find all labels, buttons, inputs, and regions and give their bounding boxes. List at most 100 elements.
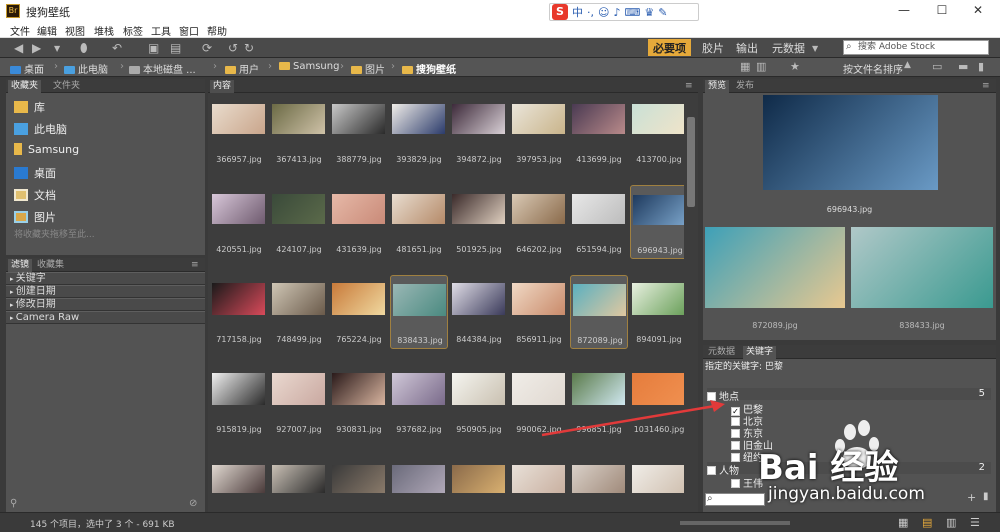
tab-keywords[interactable]: 关键字 bbox=[743, 346, 777, 359]
thumbnail-item[interactable]: 717158.jpg bbox=[210, 275, 268, 349]
thumbnail-item[interactable]: 431639.jpg bbox=[330, 185, 388, 259]
content-scrollbar[interactable] bbox=[687, 117, 695, 207]
favorite-item-samsung[interactable]: Samsung bbox=[14, 143, 79, 156]
sogou-ime-toolbar[interactable]: S 中 ·, ☺ ♪ ⌨ ♛ ✎ bbox=[549, 3, 699, 21]
view-thumbnails-icon[interactable]: ▤ bbox=[922, 516, 932, 529]
thumbnail-item[interactable] bbox=[450, 455, 508, 512]
thumbnail-item[interactable]: 950905.jpg bbox=[450, 365, 508, 439]
thumbnail-item[interactable]: 894091.jpg bbox=[630, 275, 684, 349]
clear-filter-icon[interactable]: ⊘ bbox=[189, 498, 197, 509]
pin-icon[interactable]: ⚲ bbox=[10, 498, 17, 509]
thumbnail-item[interactable]: 393829.jpg bbox=[390, 95, 448, 169]
tab-metadata[interactable]: 元数据 bbox=[705, 346, 738, 359]
menu-tools[interactable]: 工具 bbox=[151, 23, 171, 38]
view-grid-icon[interactable]: ▦ bbox=[740, 60, 750, 73]
thumbnail-item[interactable]: 397953.jpg bbox=[510, 95, 568, 169]
tab-collections[interactable]: 收藏集 bbox=[34, 259, 67, 272]
thumbnail-item[interactable]: 651594.jpg bbox=[570, 185, 628, 259]
favorite-item-this-pc[interactable]: 此电脑 bbox=[14, 121, 67, 137]
thumbnail-item[interactable] bbox=[510, 455, 568, 512]
go-parent-icon[interactable]: ⬮ bbox=[80, 41, 88, 56]
tab-publish[interactable]: 发布 bbox=[733, 80, 757, 93]
thumbnail-item[interactable] bbox=[630, 455, 684, 512]
menu-stack[interactable]: 堆栈 bbox=[94, 23, 114, 38]
thumbnail-item[interactable] bbox=[390, 455, 448, 512]
filter-keywords[interactable]: ▸ 关键字 bbox=[6, 272, 205, 285]
menu-view[interactable]: 视图 bbox=[65, 23, 85, 38]
microphone-icon[interactable]: ♪ bbox=[613, 6, 620, 19]
delete-keyword-icon[interactable]: ▮ bbox=[983, 491, 989, 502]
close-button[interactable]: ✕ bbox=[968, 3, 988, 19]
thumbnail-item[interactable]: 856911.jpg bbox=[510, 275, 568, 349]
thumbnail-item[interactable]: 696943.jpg bbox=[630, 185, 684, 259]
panel-menu-icon[interactable]: ≡ bbox=[682, 80, 696, 93]
panel-menu-icon[interactable]: ≡ bbox=[188, 259, 202, 272]
thumbnail-item[interactable]: 366957.jpg bbox=[210, 95, 268, 169]
open-folder-icon[interactable]: ▭ bbox=[932, 60, 942, 73]
punctuation-icon[interactable]: ·, bbox=[587, 6, 594, 19]
checkbox[interactable] bbox=[731, 453, 740, 462]
back-arrow-icon[interactable]: ◀ bbox=[14, 41, 23, 55]
tab-content[interactable]: 内容 bbox=[210, 80, 235, 93]
thumbnail-item[interactable]: 872089.jpg bbox=[570, 275, 628, 349]
workspace-menu-icon[interactable]: ▼ bbox=[812, 44, 818, 53]
breadcrumb-this-pc[interactable]: 此电脑 bbox=[64, 61, 108, 76]
rotate-right-icon[interactable]: ↻ bbox=[244, 41, 254, 55]
ime-mode-label[interactable]: 中 bbox=[572, 4, 583, 20]
keyword-paris[interactable]: ✓ 巴黎 bbox=[731, 401, 991, 416]
favorite-item-desktop[interactable]: 桌面 bbox=[14, 165, 56, 181]
thumbnail-item[interactable]: 838433.jpg bbox=[390, 275, 448, 349]
sort-menu[interactable]: 按文件名排序 bbox=[843, 61, 903, 76]
thumbnail-item[interactable]: 501925.jpg bbox=[450, 185, 508, 259]
boomerang-icon[interactable]: ↶ bbox=[112, 41, 122, 55]
emoji-icon[interactable]: ☺ bbox=[598, 6, 609, 19]
star-filter-icon[interactable]: ★ bbox=[790, 60, 800, 73]
checkbox[interactable] bbox=[707, 466, 716, 475]
thumbnail-item[interactable]: 765224.jpg bbox=[330, 275, 388, 349]
breadcrumb-local-disk[interactable]: 本地磁盘 ... bbox=[129, 61, 196, 76]
history-dropdown-icon[interactable]: ▼ bbox=[54, 44, 60, 53]
tab-preview[interactable]: 预览 bbox=[705, 80, 730, 93]
breadcrumb-current-folder[interactable]: 搜狗壁纸 bbox=[402, 61, 456, 76]
keyword-group-place[interactable]: 地点 5 bbox=[707, 388, 991, 403]
thumbnail-item[interactable]: 413699.jpg bbox=[570, 95, 628, 169]
keyboard-icon[interactable]: ⌨ bbox=[625, 6, 641, 19]
camera-icon[interactable]: ▣ bbox=[148, 41, 159, 55]
rotate-left-icon[interactable]: ↺ bbox=[228, 41, 238, 55]
favorite-item-library[interactable]: 库 bbox=[14, 99, 45, 115]
filter-date-modified[interactable]: ▸ 修改日期 bbox=[6, 298, 205, 311]
trash-icon[interactable]: ▮ bbox=[978, 60, 984, 73]
settings-icon[interactable]: ✎ bbox=[658, 6, 667, 19]
breadcrumb-samsung[interactable]: Samsung bbox=[279, 61, 339, 72]
thumbnail-item[interactable] bbox=[330, 455, 388, 512]
new-folder-icon[interactable]: ▬ bbox=[958, 60, 968, 73]
refine-icon[interactable]: ▤ bbox=[170, 41, 181, 55]
thumbnail-item[interactable]: 424107.jpg bbox=[270, 185, 328, 259]
workspace-essentials[interactable]: 必要项 bbox=[648, 39, 691, 56]
maximize-button[interactable]: ☐ bbox=[932, 3, 952, 19]
breadcrumb-pictures[interactable]: 图片 bbox=[351, 61, 385, 76]
workspace-filmstrip[interactable]: 胶片 bbox=[697, 39, 729, 56]
thumbnail-item[interactable]: 937682.jpg bbox=[390, 365, 448, 439]
filter-camera-raw[interactable]: ▸ Camera Raw bbox=[6, 311, 205, 324]
thumbnail-item[interactable]: 930831.jpg bbox=[330, 365, 388, 439]
tab-folders[interactable]: 文件夹 bbox=[50, 80, 83, 93]
menu-file[interactable]: 文件 bbox=[10, 23, 30, 38]
tab-favorites[interactable]: 收藏夹 bbox=[8, 80, 42, 93]
thumbnail-item[interactable]: 394872.jpg bbox=[450, 95, 508, 169]
thumbnail-size-slider[interactable] bbox=[680, 521, 790, 525]
sort-ascending-icon[interactable]: ▲ bbox=[904, 60, 911, 70]
thumbnail-item[interactable]: 927007.jpg bbox=[270, 365, 328, 439]
thumbnail-item[interactable]: 481651.jpg bbox=[390, 185, 448, 259]
search-input[interactable]: 搜索 Adobe Stock bbox=[843, 40, 989, 55]
menu-window[interactable]: 窗口 bbox=[179, 23, 199, 38]
view-list-icon[interactable]: ▥ bbox=[756, 60, 766, 73]
favorite-item-documents[interactable]: 文档 bbox=[14, 187, 56, 203]
minimize-button[interactable]: — bbox=[894, 3, 914, 19]
thumbnail-item[interactable]: 388779.jpg bbox=[330, 95, 388, 169]
thumbnail-item[interactable]: 844384.jpg bbox=[450, 275, 508, 349]
open-recent-icon[interactable]: ⟳ bbox=[202, 41, 212, 55]
filter-date-created[interactable]: ▸ 创建日期 bbox=[6, 285, 205, 298]
view-details-icon[interactable]: ▥ bbox=[946, 516, 956, 529]
menu-help[interactable]: 帮助 bbox=[207, 23, 227, 38]
